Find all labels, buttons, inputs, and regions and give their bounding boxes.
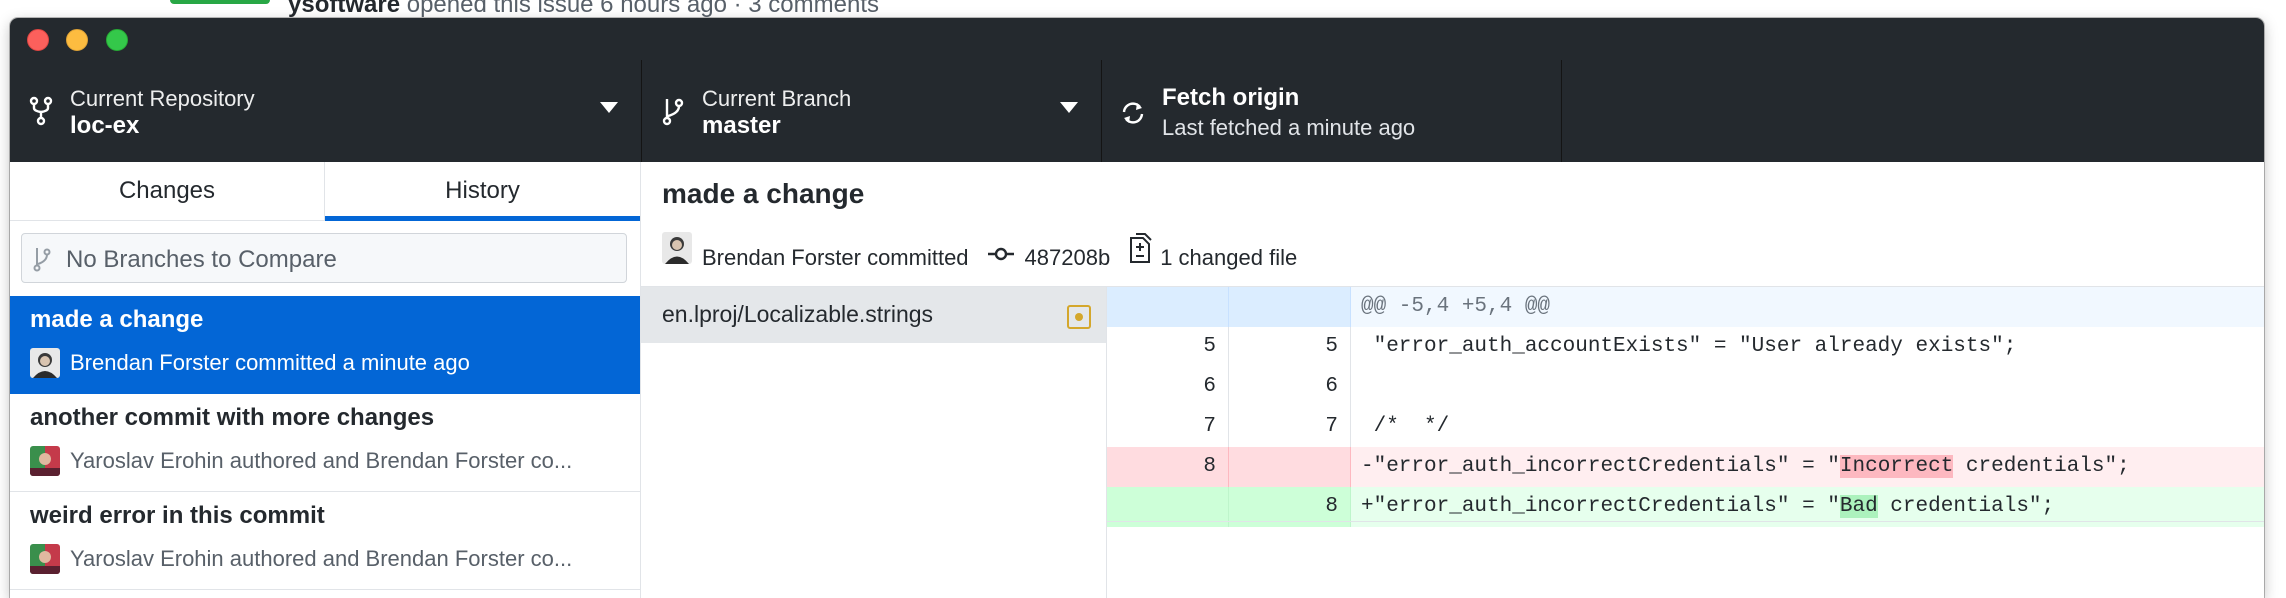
commit-title: weird error in this commit: [30, 502, 325, 529]
diff-divider: [1107, 521, 2264, 522]
repo-forked-icon: [29, 96, 53, 126]
git-branch-icon: [662, 98, 684, 126]
diff-line-text: "error_auth_accountExists" = "User alrea…: [1361, 335, 2017, 358]
file-path: en.lproj/Localizable.strings: [662, 301, 934, 327]
commit-list-item[interactable]: weird error in this commit Yaroslav Eroh…: [10, 492, 640, 590]
new-line-number: 5: [1229, 327, 1351, 367]
commit-author: Brendan Forster committed: [702, 245, 969, 271]
git-commit-icon: [987, 247, 1014, 261]
toolbar: Current Repository loc-ex Current Branch…: [10, 60, 2264, 162]
commit-meta-text: Brendan Forster committed a minute ago: [70, 350, 470, 375]
chevron-down-icon: [600, 102, 618, 113]
commit-title: made a change: [30, 306, 204, 333]
current-branch-title: Current Branch: [702, 86, 852, 111]
current-repository-name: loc-ex: [70, 112, 140, 139]
commit-summary-title: made a change: [662, 178, 865, 209]
diff-view: @@ -5,4 +5,4 @@ 5 5 "error_auth_accountE…: [1107, 287, 2264, 598]
avatar[interactable]: [662, 232, 692, 264]
hunk-header-text: @@ -5,4 +5,4 @@: [1361, 295, 1551, 318]
old-line-number: 5: [1107, 327, 1229, 367]
zoom-window-button[interactable]: [106, 29, 128, 51]
tab-changes-label: Changes: [118, 177, 216, 204]
current-branch-button[interactable]: Current Branch master: [642, 60, 1102, 162]
issue-status-badge: [170, 0, 270, 4]
old-line-number: [1107, 287, 1229, 327]
minimize-window-button[interactable]: [66, 29, 88, 51]
commit-title: another commit with more changes: [30, 404, 435, 431]
diff-line: 7 7 /* */: [1107, 407, 2264, 447]
diff-line: 6 6: [1107, 367, 2264, 407]
commit-meta-text: Yaroslav Erohin authored and Brendan For…: [70, 546, 573, 571]
title-bar: [10, 18, 2264, 60]
avatar: [30, 348, 60, 378]
added-word-highlight: Bad: [1839, 495, 1878, 518]
sidebar-tabs: Changes History: [10, 162, 640, 221]
compare-branch-input[interactable]: No Branches to Compare: [21, 233, 627, 283]
commit-list-item[interactable]: made a change Brendan Forster committed …: [10, 296, 640, 394]
new-line-number: [1229, 287, 1351, 327]
deleted-text-prefix: -"error_auth_incorrectCredentials" = ": [1361, 455, 1840, 478]
file-modified-icon: [1067, 305, 1091, 329]
tab-history-label: History: [445, 177, 520, 204]
commit-summary-header: made a change Brendan Forster committed …: [641, 162, 2264, 287]
new-line-number: [1229, 447, 1351, 487]
fetch-origin-title: Fetch origin: [1162, 84, 1300, 111]
diff-line-text: -"error_auth_incorrectCredentials" = "In…: [1361, 447, 2130, 487]
sync-icon: [1122, 102, 1144, 124]
avatar: [30, 544, 60, 574]
current-repository-title: Current Repository: [70, 86, 255, 111]
commit-summary-meta: Brendan Forster committed 487208b 1 chan…: [662, 232, 1297, 270]
current-repository-button[interactable]: Current Repository loc-ex: [10, 60, 642, 162]
tab-changes[interactable]: Changes: [10, 162, 325, 220]
new-line-number: 7: [1229, 407, 1351, 447]
commit-list-item[interactable]: another commit with more changes Yarosla…: [10, 394, 640, 492]
commit-meta: Brendan Forster committed a minute ago: [30, 348, 470, 382]
chevron-down-icon: [1060, 102, 1078, 113]
diff-line-deleted: 8 -"error_auth_incorrectCredentials" = "…: [1107, 447, 2264, 487]
git-branch-icon: [33, 248, 51, 272]
commit-meta: Yaroslav Erohin authored and Brendan For…: [30, 544, 572, 578]
added-text-prefix: +"error_auth_incorrectCredentials" = ": [1361, 495, 1840, 518]
fetch-origin-button[interactable]: Fetch origin Last fetched a minute ago: [1102, 60, 1562, 162]
diff-line: 5 5 "error_auth_accountExists" = "User a…: [1107, 327, 2264, 367]
deleted-text-suffix: credentials";: [1953, 455, 2130, 478]
background-page: ysoftware opened this issue 6 hours ago …: [0, 0, 2286, 20]
avatar: [30, 446, 60, 476]
changed-files-count: 1 changed file: [1160, 245, 1298, 271]
deleted-word-highlight: Incorrect: [1839, 455, 1954, 478]
diff-hunk-header[interactable]: @@ -5,4 +5,4 @@: [1107, 287, 2264, 327]
old-line-number: 6: [1107, 367, 1229, 407]
selected-tab-indicator: [325, 216, 640, 221]
old-line-number: 8: [1107, 447, 1229, 487]
commit-meta-text: Yaroslav Erohin authored and Brendan For…: [70, 448, 573, 473]
current-branch-name: master: [702, 112, 781, 139]
compare-branch-placeholder: No Branches to Compare: [66, 246, 337, 273]
tab-history[interactable]: History: [325, 162, 640, 221]
close-window-button[interactable]: [27, 29, 49, 51]
commit-meta: Yaroslav Erohin authored and Brendan For…: [30, 446, 572, 480]
new-line-number: 6: [1229, 367, 1351, 407]
fetch-origin-subtitle: Last fetched a minute ago: [1162, 115, 1416, 140]
issue-author: ysoftware: [288, 0, 401, 18]
added-text-suffix: credentials";: [1877, 495, 2055, 518]
commit-sha[interactable]: 487208b: [1025, 245, 1111, 271]
changed-files-list: en.lproj/Localizable.strings: [641, 287, 1107, 598]
old-line-number: 7: [1107, 407, 1229, 447]
file-list-item[interactable]: en.lproj/Localizable.strings: [641, 287, 1106, 343]
app-window: Current Repository loc-ex Current Branch…: [10, 18, 2264, 598]
issue-byline: ysoftware opened this issue 6 hours ago …: [288, 0, 879, 19]
diff-line-text: /* */: [1361, 415, 1450, 438]
sidebar: Changes History No Branches to Compare m…: [10, 162, 641, 598]
issue-byline-rest: opened this issue 6 hours ago · 3 commen…: [406, 0, 879, 18]
file-diff-icon: [1130, 233, 1152, 263]
commit-detail-panel: made a change Brendan Forster committed …: [641, 162, 2264, 598]
